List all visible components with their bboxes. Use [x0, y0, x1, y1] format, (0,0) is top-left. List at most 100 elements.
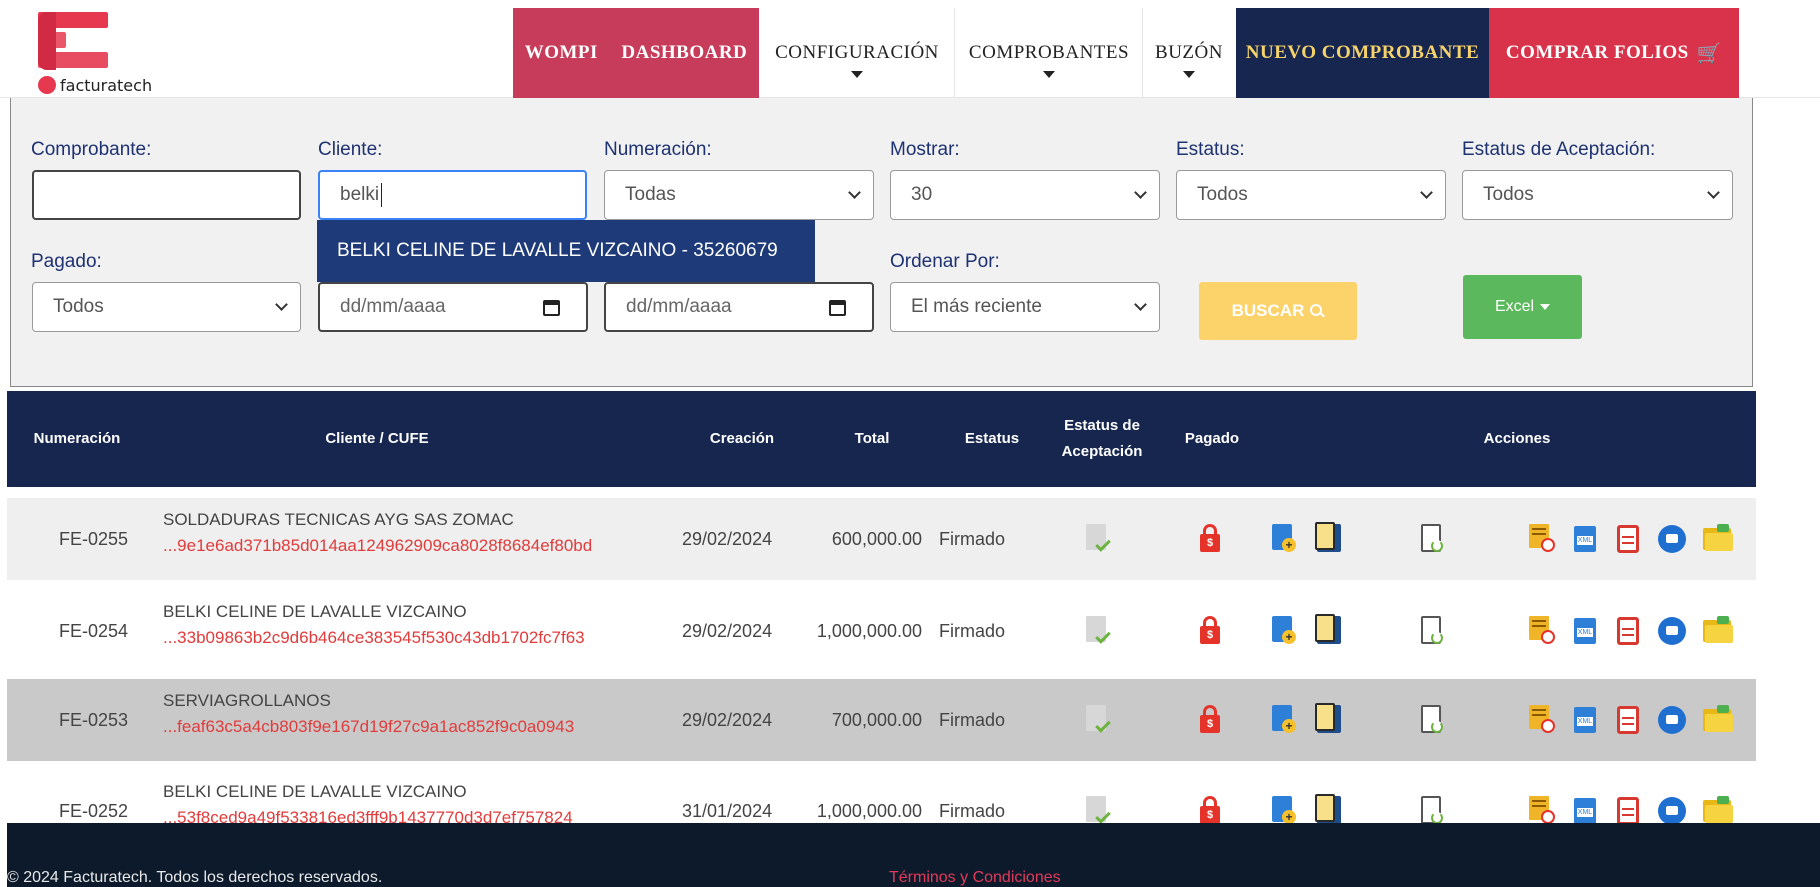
- row-creacion: 29/02/2024: [682, 620, 773, 641]
- nav-comprar-folios[interactable]: COMPRAR FOLIOS 🛒: [1489, 8, 1739, 98]
- row-numeracion: FE-0255: [59, 528, 129, 549]
- th-total: Total: [854, 430, 890, 447]
- nav-comprobantes[interactable]: COMPROBANTES: [956, 8, 1143, 98]
- buscar-button-label: BUSCAR: [1231, 301, 1305, 320]
- th-estatus: Estatus: [964, 430, 1020, 447]
- row-cufe[interactable]: ...feaf63c5a4cb803f9e167d19f27c9a1ac852f…: [163, 717, 574, 737]
- payment-lock-icon[interactable]: $: [1197, 522, 1227, 556]
- xml-download-icon[interactable]: XML: [1570, 522, 1600, 556]
- acceptance-status-icon: [1082, 614, 1112, 648]
- estatus-select[interactable]: Todos: [1176, 170, 1446, 220]
- fecha-desde-input[interactable]: dd/mm/aaaa: [318, 282, 588, 332]
- nav-wompi-dashboard: WOMPI DASHBOARD: [513, 8, 759, 98]
- footer-copyright: © 2024 Facturatech. Todos los derechos r…: [7, 869, 383, 886]
- ordenar-label: Ordenar Por:: [890, 251, 1000, 272]
- history-icon[interactable]: [1527, 703, 1557, 737]
- terminos-link[interactable]: Términos y Condiciones: [889, 869, 1061, 887]
- calendar-icon[interactable]: [543, 300, 560, 316]
- nav-nuevo-comprobante-label: NUEVO COMPROBANTE: [1245, 42, 1480, 63]
- th-creacion: Creación: [709, 430, 775, 447]
- nav-wompi[interactable]: WOMPI: [525, 42, 598, 64]
- logo-dot: [38, 76, 56, 94]
- add-document-icon[interactable]: +: [1270, 614, 1300, 648]
- row-client-name: SERVIAGROLLANOS: [163, 691, 331, 710]
- mostrar-label: Mostrar:: [890, 139, 960, 160]
- row-total: 700,000.00: [831, 709, 922, 730]
- top-navbar: facturatech WOMPI DASHBOARD CONFIGURACIÓ…: [0, 0, 1820, 98]
- cliente-input[interactable]: belki: [318, 170, 587, 220]
- table-row: FE-0254 BELKI CELINE DE LAVALLE VIZCAINO.…: [7, 590, 1756, 672]
- row-creacion: 29/02/2024: [682, 709, 773, 730]
- search-filters-panel: Comprobante: Cliente: belki Numeración: …: [10, 98, 1753, 387]
- nav-dashboard[interactable]: DASHBOARD: [621, 42, 747, 64]
- attachments-folder-icon[interactable]: [1701, 614, 1733, 648]
- row-client-name: BELKI CELINE DE LAVALLE VIZCAINO: [163, 782, 467, 801]
- attachments-folder-icon[interactable]: [1701, 703, 1733, 737]
- mostrar-select[interactable]: 30: [890, 170, 1160, 220]
- add-document-icon[interactable]: +: [1270, 522, 1300, 556]
- acceptance-status-icon: [1082, 522, 1112, 556]
- row-estatus: Firmado: [939, 528, 1006, 549]
- facturatech-logo[interactable]: facturatech: [34, 12, 184, 96]
- copy-document-icon[interactable]: [1315, 703, 1345, 737]
- row-numeracion: FE-0253: [59, 709, 129, 730]
- refresh-document-icon[interactable]: [1417, 614, 1447, 648]
- add-document-icon[interactable]: +: [1270, 703, 1300, 737]
- caret-down-icon: [1540, 304, 1551, 310]
- nav-buzon[interactable]: BUZÓN: [1143, 8, 1235, 98]
- pagado-select[interactable]: Todos: [32, 282, 301, 332]
- attachments-folder-icon[interactable]: [1701, 522, 1733, 556]
- email-icon[interactable]: [1656, 614, 1686, 648]
- nav-buzon-label: BUZÓN: [1155, 42, 1223, 63]
- row-client-name: BELKI CELINE DE LAVALLE VIZCAINO: [163, 602, 467, 621]
- mostrar-select-value: 30: [911, 184, 933, 205]
- caret-down-icon: [851, 71, 863, 78]
- row-total: 1,000,000.00: [816, 620, 922, 641]
- comprobante-input[interactable]: [32, 170, 301, 220]
- chevron-down-icon: [1134, 298, 1147, 311]
- search-icon: [1310, 304, 1324, 318]
- table-row: FE-0253 SERVIAGROLLANOS ...feaf63c5a4cb803…: [7, 679, 1756, 761]
- numeracion-select-value: Todas: [625, 184, 676, 205]
- payment-lock-icon[interactable]: $: [1197, 614, 1227, 648]
- nav-nuevo-comprobante[interactable]: NUEVO COMPROBANTE: [1236, 8, 1489, 98]
- pdf-download-icon[interactable]: [1613, 614, 1643, 648]
- table-row: FE-0255 SOLDADURAS TECNICAS AYG SAS ZOMAC…: [7, 498, 1756, 580]
- xml-download-icon[interactable]: XML: [1570, 614, 1600, 648]
- payment-lock-icon[interactable]: $: [1197, 703, 1227, 737]
- chevron-down-icon: [848, 186, 861, 199]
- row-cufe[interactable]: ...33b09863b2c9d6b464ce383545f530c43db17…: [163, 628, 585, 648]
- cliente-autocomplete-option[interactable]: BELKI CELINE DE LAVALLE VIZCAINO - 35260…: [317, 220, 815, 282]
- email-icon[interactable]: [1656, 522, 1686, 556]
- excel-dropdown-button[interactable]: Excel: [1463, 275, 1582, 339]
- estatus-select-value: Todos: [1197, 184, 1248, 205]
- cliente-label: Cliente:: [318, 139, 383, 160]
- row-client-name: SOLDADURAS TECNICAS AYG SAS ZOMAC: [163, 510, 514, 529]
- refresh-document-icon[interactable]: [1417, 522, 1447, 556]
- refresh-document-icon[interactable]: [1417, 703, 1447, 737]
- estatus-aceptacion-select[interactable]: Todos: [1462, 170, 1733, 220]
- xml-download-icon[interactable]: XML: [1570, 703, 1600, 737]
- history-icon[interactable]: [1527, 614, 1557, 648]
- th-pagado: Pagado: [1184, 430, 1240, 447]
- nav-configuracion[interactable]: CONFIGURACIÓN: [760, 8, 955, 98]
- copy-document-icon[interactable]: [1315, 614, 1345, 648]
- th-estatus-aceptacion-line1: Estatus de: [1064, 417, 1140, 434]
- fecha-hasta-input[interactable]: dd/mm/aaaa: [604, 282, 874, 332]
- copy-document-icon[interactable]: [1315, 522, 1345, 556]
- buscar-button[interactable]: BUSCAR: [1199, 282, 1357, 340]
- row-cufe[interactable]: ...9e1e6ad371b85d014aa124962909ca8028f86…: [163, 536, 592, 556]
- history-icon[interactable]: [1527, 522, 1557, 556]
- acceptance-status-icon: [1082, 703, 1112, 737]
- ordenar-select[interactable]: El más reciente: [890, 282, 1160, 332]
- shopping-cart-icon: 🛒: [1696, 41, 1723, 65]
- email-icon[interactable]: [1656, 703, 1686, 737]
- calendar-icon[interactable]: [829, 300, 846, 316]
- row-total: 600,000.00: [831, 528, 922, 549]
- fecha-hasta-placeholder: dd/mm/aaaa: [626, 296, 732, 317]
- caret-down-icon: [1183, 71, 1195, 78]
- pdf-download-icon[interactable]: [1613, 522, 1643, 556]
- pdf-download-icon[interactable]: [1613, 703, 1643, 737]
- numeracion-select[interactable]: Todas: [604, 170, 874, 220]
- chevron-down-icon: [1707, 186, 1720, 199]
